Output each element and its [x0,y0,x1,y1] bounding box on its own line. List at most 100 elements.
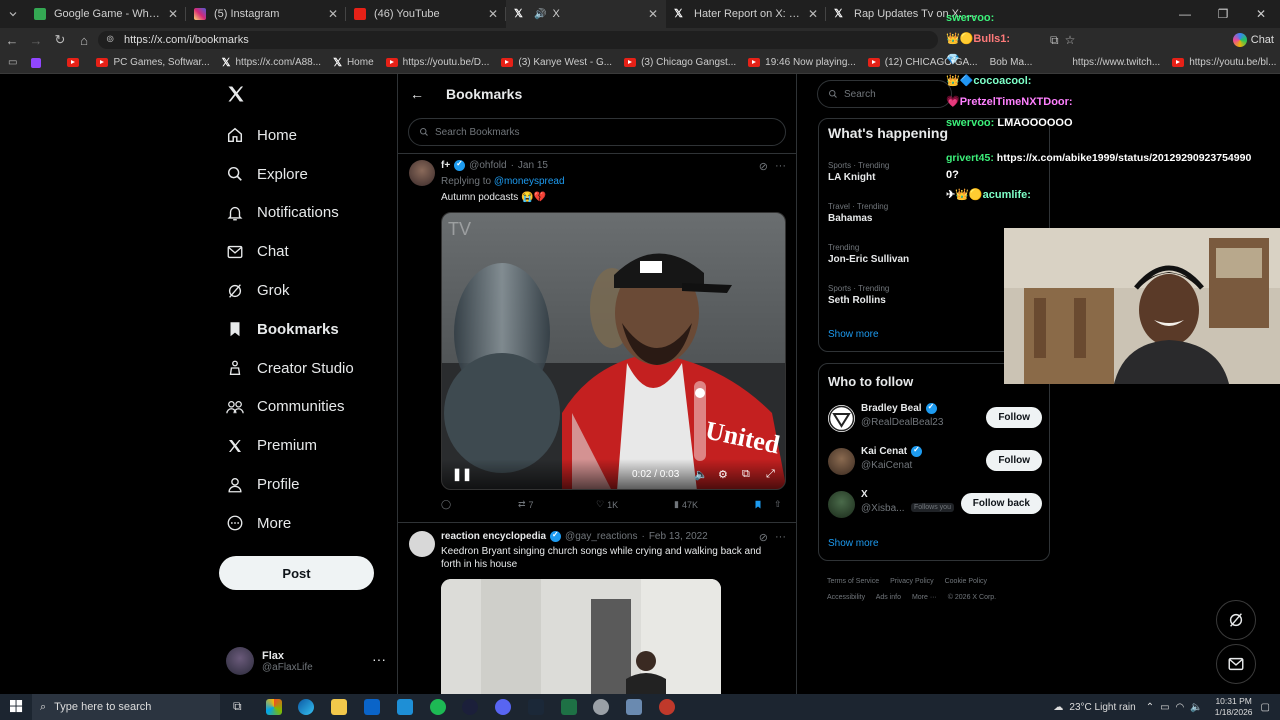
wifi-icon[interactable]: ◠ [1176,702,1185,713]
footer-link[interactable]: Ads info [876,594,901,601]
weather-icon[interactable]: ☁ [1053,702,1063,713]
tweet-author-name[interactable]: f+ [441,160,450,171]
like-button[interactable]: ♡ 1K [596,499,618,510]
show-more-link[interactable]: Show more [828,538,879,549]
browser-tab[interactable]: (5) Instagram ✕ [186,0,346,28]
browser-tab[interactable]: 𝕏 Hater Report on X: "CJ Stroud try ✕ [666,0,826,28]
site-info-icon[interactable]: ⊚ [106,35,116,45]
follow-suggestion[interactable]: Bradley Beal @RealDealBeal23 Follow [828,402,1042,435]
tweet-author-handle[interactable]: @ohfold [469,160,506,171]
footer-link[interactable]: Privacy Policy [890,578,934,585]
follow-suggestion[interactable]: X @Xisba... Follows you Follow back [828,489,1042,521]
footer-link[interactable]: Accessibility [827,594,865,601]
app-icon[interactable] [626,699,642,715]
speaker-icon[interactable]: 🔊 [534,9,546,20]
home-browser-icon[interactable]: ⌂ [72,33,96,48]
search-input[interactable]: Search [817,80,952,108]
follow-button[interactable]: Follow [986,450,1042,471]
grok-icon[interactable]: ⊘ [759,531,768,544]
forward-icon[interactable]: → [24,33,48,48]
trend-item[interactable]: Trending Jon-Eric Sullivan [828,243,909,265]
more-horizontal-icon[interactable]: ··· [372,651,386,667]
avatar[interactable] [828,448,855,475]
tab-close-icon[interactable]: ✕ [328,7,338,21]
network-icon[interactable]: ▭ [1160,702,1169,713]
avatar[interactable] [409,160,435,186]
search-bookmarks-input[interactable]: Search Bookmarks [408,118,786,146]
footer-link[interactable]: Cookie Policy [945,578,987,585]
tweet-author-handle[interactable]: @gay_reactions [565,531,637,542]
post-button[interactable]: Post [219,556,374,590]
mail-icon[interactable] [397,699,413,715]
discord-icon[interactable] [495,699,511,715]
picture-in-picture-icon[interactable]: ⧉ [742,468,750,481]
tab-close-icon[interactable]: ✕ [808,7,818,21]
fullscreen-icon[interactable]: ⤢ [766,468,775,481]
bookmark-button[interactable] [753,499,763,510]
avatar[interactable] [828,405,855,432]
follow-back-button[interactable]: Follow back [960,493,1042,514]
notifications-icon[interactable]: ▢ [1261,702,1270,713]
grok-floating-button[interactable] [1216,600,1256,640]
back-arrow-icon[interactable]: ← [410,86,428,102]
tweet-media[interactable] [441,579,721,694]
trend-item[interactable]: Sports · Trending Seth Rollins [828,284,889,306]
tweet[interactable]: f+ @ohfold · Jan 15 ⊘ ··· Replying to @m… [398,153,796,521]
tab-close-icon[interactable]: ✕ [168,7,178,21]
nav-chat[interactable]: Chat [222,232,354,271]
tab-close-icon[interactable]: ✕ [488,7,498,21]
tweet-date[interactable]: Jan 15 [518,160,548,171]
browser-tab[interactable]: Google Game - What Gets Google ✕ [26,0,186,28]
app-icon[interactable] [593,699,609,715]
nav-bookmarks[interactable]: Bookmarks [222,310,354,349]
trend-item[interactable]: Sports · Trending LA Knight [828,161,889,183]
account-switcher[interactable]: Flax @aFlaxLife ··· [226,645,386,677]
tab-close-icon[interactable]: ✕ [648,7,658,21]
nav-communities[interactable]: Communities [222,388,354,427]
tweet[interactable]: reaction encyclopedia @gay_reactions · F… [398,522,796,694]
bookmark-item[interactable]: https://youtu.be/D... [385,57,489,68]
back-icon[interactable]: ← [0,33,24,48]
tray-overflow-icon[interactable]: ⌃ [1146,702,1154,713]
nav-more[interactable]: More [222,504,354,543]
footer-link[interactable]: Terms of Service [827,578,879,585]
twitch-icon[interactable] [31,57,42,68]
replying-to-link[interactable]: @moneyspread [494,176,565,187]
reload-icon[interactable]: ↻ [48,32,72,48]
steam-icon[interactable] [528,699,544,715]
follow-button[interactable]: Follow [986,407,1042,428]
bookmark-item[interactable]: PC Games, Softwar... [96,57,210,68]
messages-floating-button[interactable] [1216,644,1256,684]
bookmark-item[interactable]: 𝕏https://x.com/A88... [222,56,321,69]
show-more-link[interactable]: Show more [828,329,879,340]
more-horizontal-icon[interactable]: ··· [775,160,786,172]
store-icon[interactable] [364,699,380,715]
url-input[interactable]: ⊚ https://x.com/i/bookmarks [98,31,938,49]
youtube-icon[interactable] [55,58,84,67]
footer-link[interactable]: More ··· [912,594,937,601]
video-player[interactable]: United TV ❚❚ 0:02 / 0:03 🔈 ⚙ ⧉ ⤢ [441,212,786,490]
avatar[interactable] [828,491,855,518]
tab-search-icon[interactable] [0,0,26,28]
bookmark-item[interactable]: 𝕏 Home [333,56,374,69]
retweet-button[interactable]: ⇄ 7 [518,499,534,510]
more-horizontal-icon[interactable]: ··· [775,531,786,543]
tweet-author-name[interactable]: reaction encyclopedia [441,531,546,542]
reply-button[interactable]: ◯ [441,499,451,510]
follow-suggestion[interactable]: Kai Cenat @KaiCenat Follow [828,445,1042,478]
task-view-icon[interactable]: ⧉ [233,699,242,714]
weather-text[interactable]: 23°C Light rain [1069,702,1135,713]
grok-icon[interactable]: ⊘ [759,160,768,173]
spotify-icon[interactable] [430,699,446,715]
bookmark-item[interactable]: (3) Chicago Gangst... [624,57,736,68]
copilot-app-icon[interactable] [266,699,282,715]
volume-icon[interactable]: 🔈 [1190,702,1202,713]
bookmark-item[interactable]: 19:46 Now playing... [748,57,856,68]
nav-profile[interactable]: Profile [222,465,354,504]
nav-premium[interactable]: Premium [222,426,354,465]
volume-icon[interactable]: 🔈 [694,468,708,481]
excel-icon[interactable] [561,699,577,715]
nav-notifications[interactable]: Notifications [222,194,354,233]
file-explorer-icon[interactable] [331,699,347,715]
bookmark-item[interactable]: (3) Kanye West - G... [501,57,612,68]
